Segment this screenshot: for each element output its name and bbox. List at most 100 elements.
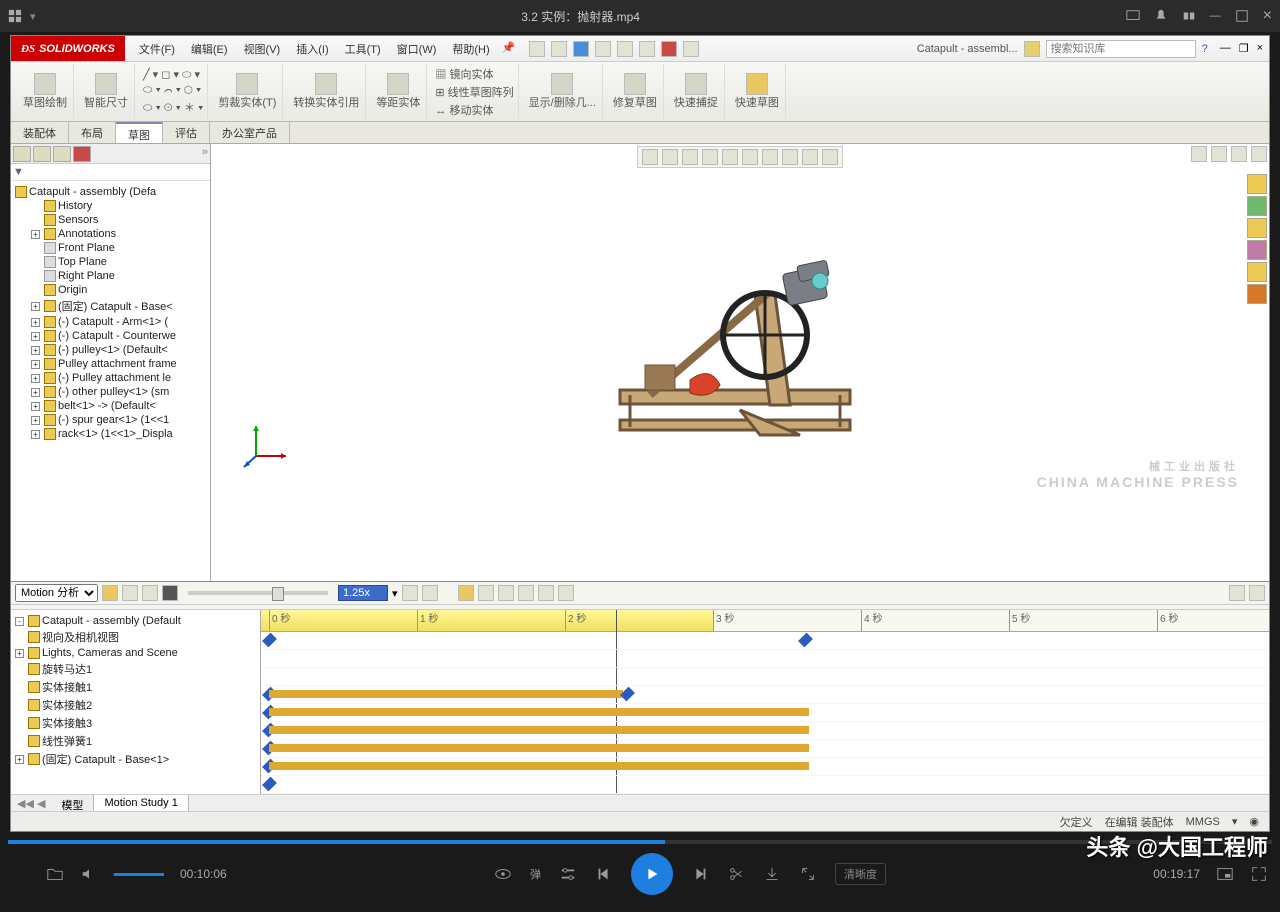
- play-icon[interactable]: [142, 585, 158, 601]
- motion-opts-icon[interactable]: [1229, 585, 1245, 601]
- prev-view-icon[interactable]: [682, 149, 698, 165]
- timeline[interactable]: 0 秒1 秒2 秒3 秒4 秒5 秒6 秒: [261, 610, 1269, 794]
- options-icon[interactable]: [683, 41, 699, 57]
- taskpane-explorer-icon[interactable]: [1247, 218, 1267, 238]
- fm-expand-icon[interactable]: »: [202, 146, 208, 161]
- filter-icon[interactable]: ▼: [13, 166, 24, 178]
- doc-close-icon[interactable]: ×: [1257, 42, 1263, 55]
- help-icon[interactable]: ?: [1202, 43, 1208, 55]
- ribbon-trim[interactable]: 剪裁实体(T): [212, 64, 283, 119]
- doc-minimize-icon[interactable]: —: [1220, 42, 1231, 55]
- ribbon-sketch[interactable]: 草图绘制: [17, 64, 74, 119]
- tree-item[interactable]: +(-) other pulley<1> (sm: [13, 385, 208, 399]
- tree-item[interactable]: Top Plane: [13, 255, 208, 269]
- settings-icon[interactable]: [559, 865, 577, 883]
- progress-bar[interactable]: [8, 840, 1272, 844]
- ribbon-convert[interactable]: 转换实体引用: [287, 64, 366, 119]
- cast-icon[interactable]: [1126, 9, 1140, 23]
- save-anim-icon[interactable]: [422, 585, 438, 601]
- menu-view[interactable]: 视图(V): [236, 37, 289, 61]
- motion-loop-icon[interactable]: [402, 585, 418, 601]
- motor-icon[interactable]: [458, 585, 474, 601]
- tree-item[interactable]: +(-) Pulley attachment le: [13, 371, 208, 385]
- rebuild-icon[interactable]: [661, 41, 677, 57]
- tab-assembly[interactable]: 装配体: [11, 122, 69, 143]
- fm-tab-property[interactable]: [33, 146, 51, 162]
- viewport-split-icon[interactable]: [1191, 146, 1207, 162]
- undo-icon[interactable]: [617, 41, 633, 57]
- spring-icon[interactable]: [478, 585, 494, 601]
- calculate-icon[interactable]: [102, 585, 118, 601]
- status-toggle-icon[interactable]: ▾: [1232, 815, 1238, 828]
- tree-item[interactable]: Right Plane: [13, 269, 208, 283]
- menu-tools[interactable]: 工具(T): [337, 37, 389, 61]
- doc-restore-icon[interactable]: ❐: [1239, 42, 1249, 55]
- tree-item[interactable]: +Annotations: [13, 227, 208, 241]
- pip-icon[interactable]: [1216, 865, 1234, 883]
- fm-tab-config[interactable]: [53, 146, 71, 162]
- open-icon[interactable]: [551, 41, 567, 57]
- appearance-icon[interactable]: [782, 149, 798, 165]
- view-settings-icon[interactable]: [822, 149, 838, 165]
- danmu-toggle[interactable]: 弹: [530, 866, 541, 882]
- motion-tree-item[interactable]: 实体接触3: [15, 714, 256, 732]
- tree-item[interactable]: +rack<1> (1<<1>_Displa: [13, 427, 208, 441]
- print-icon[interactable]: [595, 41, 611, 57]
- minimize-icon[interactable]: —: [1210, 10, 1221, 22]
- pin-icon[interactable]: [1182, 9, 1196, 23]
- motion-tree-item[interactable]: 旋转马达1: [15, 660, 256, 678]
- stop-icon[interactable]: [162, 585, 178, 601]
- volume-icon[interactable]: [80, 865, 98, 883]
- motion-tree-item[interactable]: 实体接触2: [15, 696, 256, 714]
- collapse-icon[interactable]: [1249, 585, 1265, 601]
- motion-tree-item[interactable]: 实体接触1: [15, 678, 256, 696]
- motion-tree[interactable]: -Catapult - assembly (Default 视向及相机视图+Li…: [11, 610, 261, 794]
- viewport[interactable]: 械工业出版社 CHINA MACHINE PRESS: [211, 144, 1269, 581]
- fullscreen-icon[interactable]: [1250, 865, 1268, 883]
- folder-icon[interactable]: [46, 865, 64, 883]
- status-custom-icon[interactable]: ◉: [1249, 815, 1259, 828]
- tree-item[interactable]: Origin: [13, 283, 208, 297]
- prev-track-icon[interactable]: [595, 865, 613, 883]
- speed-down-icon[interactable]: ▾: [392, 587, 398, 600]
- contact-icon[interactable]: [498, 585, 514, 601]
- tree-item[interactable]: +(-) pulley<1> (Default<: [13, 343, 208, 357]
- tree-item[interactable]: +Pulley attachment frame: [13, 357, 208, 371]
- playback-slider[interactable]: [188, 591, 328, 595]
- menu-file[interactable]: 文件(F): [131, 37, 183, 61]
- playlist-icon[interactable]: [12, 865, 30, 883]
- close-icon[interactable]: ×: [1263, 7, 1272, 25]
- zoom-area-icon[interactable]: [662, 149, 678, 165]
- play-from-start-icon[interactable]: [122, 585, 138, 601]
- tree-item[interactable]: +(-) Catapult - Counterwe: [13, 329, 208, 343]
- taskpane-library-icon[interactable]: [1247, 196, 1267, 216]
- menu-edit[interactable]: 编辑(E): [183, 37, 236, 61]
- ribbon-display-delete[interactable]: 显示/删除几...: [523, 64, 603, 119]
- tree-item[interactable]: +(-) Catapult - Arm<1> (: [13, 315, 208, 329]
- motion-type-select[interactable]: Motion 分析: [15, 584, 98, 602]
- scene-icon[interactable]: [802, 149, 818, 165]
- viewport-min-icon[interactable]: [1211, 146, 1227, 162]
- tab-sketch[interactable]: 草图: [116, 122, 163, 143]
- search-input[interactable]: [1046, 40, 1196, 58]
- clarity-button[interactable]: 清晰度: [835, 863, 886, 885]
- tab-office[interactable]: 办公室产品: [210, 122, 290, 143]
- menu-pin-icon[interactable]: 📌: [498, 37, 520, 61]
- display-style-icon[interactable]: [742, 149, 758, 165]
- eye-icon[interactable]: [494, 865, 512, 883]
- download-icon[interactable]: [763, 865, 781, 883]
- search-kb-icon[interactable]: [1024, 41, 1040, 57]
- ribbon-pattern-group[interactable]: ▦ 镜向实体 ⊞ 线性草图阵列 ↔ 移动实体: [431, 64, 518, 119]
- rotate-icon[interactable]: [799, 865, 817, 883]
- tree-item[interactable]: +(固定) Catapult - Base<: [13, 297, 208, 315]
- motion-tree-item[interactable]: +Lights, Cameras and Scene: [15, 646, 256, 660]
- tab-layout[interactable]: 布局: [69, 122, 116, 143]
- fm-tab-tree[interactable]: [13, 146, 31, 162]
- view-orient-icon[interactable]: [722, 149, 738, 165]
- tree-item[interactable]: Sensors: [13, 213, 208, 227]
- taskpane-home-icon[interactable]: [1247, 174, 1267, 194]
- motion-tree-item[interactable]: 线性弹簧1: [15, 732, 256, 750]
- section-icon[interactable]: [702, 149, 718, 165]
- scissors-icon[interactable]: [727, 865, 745, 883]
- force-icon[interactable]: [518, 585, 534, 601]
